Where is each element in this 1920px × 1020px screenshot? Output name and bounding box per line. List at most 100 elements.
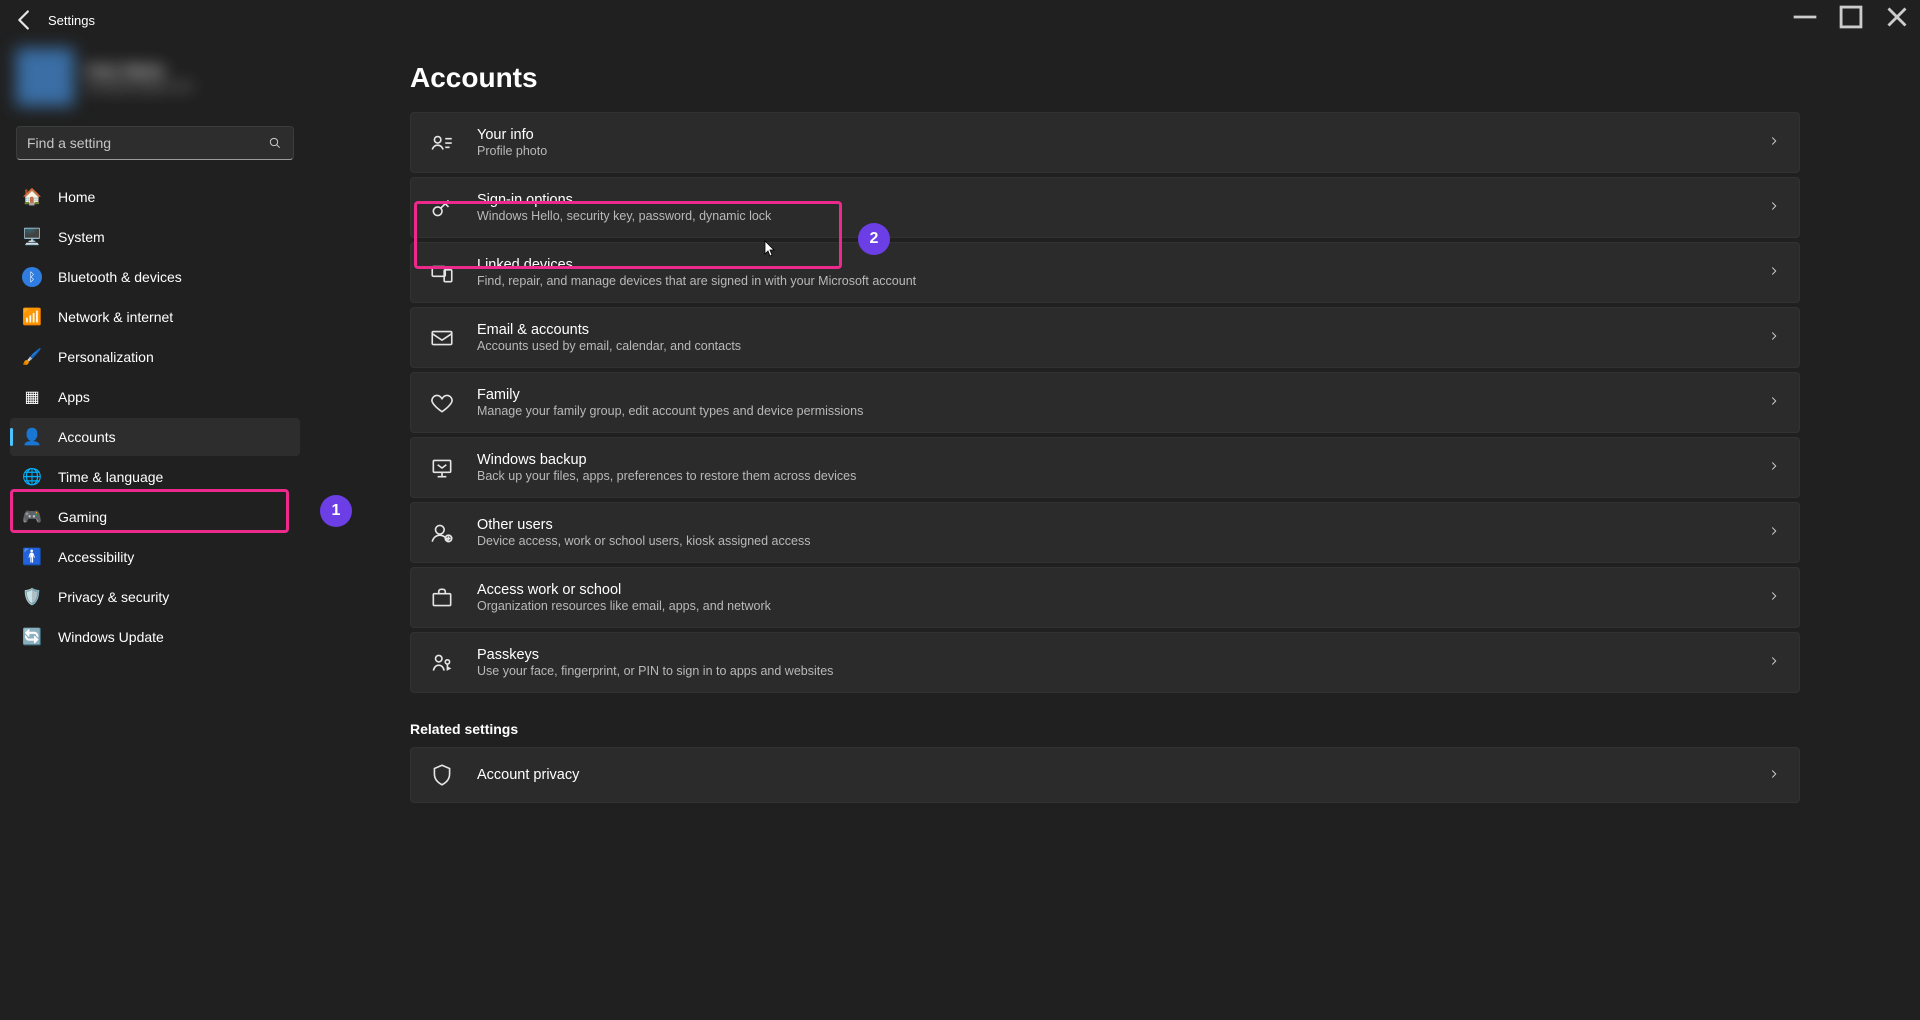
card-title: Access work or school	[477, 582, 1767, 598]
nav-time-language[interactable]: 🌐 Time & language	[10, 458, 300, 496]
accessibility-icon: 🚹	[22, 547, 42, 567]
card-title: Family	[477, 387, 1767, 403]
nav-personalization[interactable]: 🖌️ Personalization	[10, 338, 300, 376]
card-title: Linked devices	[477, 257, 1767, 273]
window-controls	[1782, 0, 1920, 34]
nav-label: Home	[58, 189, 95, 205]
chevron-right-icon	[1767, 134, 1781, 151]
nav-bluetooth[interactable]: ᛒ Bluetooth & devices	[10, 258, 300, 296]
user-add-icon	[429, 520, 455, 546]
arrow-left-icon	[8, 3, 42, 37]
nav-home[interactable]: 🏠 Home	[10, 178, 300, 216]
card-passkeys[interactable]: Passkeys Use your face, fingerprint, or …	[410, 632, 1800, 693]
card-title: Account privacy	[477, 767, 1767, 783]
passkey-icon	[429, 650, 455, 676]
nav-update[interactable]: 🔄 Windows Update	[10, 618, 300, 656]
chevron-right-icon	[1767, 329, 1781, 346]
update-icon: 🔄	[22, 627, 42, 647]
nav-apps[interactable]: ▦ Apps	[10, 378, 300, 416]
card-subtitle: Organization resources like email, apps,…	[477, 599, 1767, 613]
card-your-info[interactable]: Your info Profile photo	[410, 112, 1800, 173]
card-email-accounts[interactable]: Email & accounts Accounts used by email,…	[410, 307, 1800, 368]
card-work-school[interactable]: Access work or school Organization resou…	[410, 567, 1800, 628]
card-title: Other users	[477, 517, 1767, 533]
globe-icon: 🌐	[22, 467, 42, 487]
backup-icon	[429, 455, 455, 481]
nav-label: Personalization	[58, 349, 154, 365]
privacy-icon	[429, 762, 455, 788]
close-button[interactable]	[1874, 0, 1920, 34]
search-input[interactable]	[27, 135, 267, 151]
apps-icon: ▦	[22, 387, 42, 407]
sidebar: User Name user@example.com 🏠 Home 🖥️ Sys…	[0, 40, 310, 1020]
related-settings-header: Related settings	[410, 721, 1800, 737]
nav-label: Apps	[58, 389, 90, 405]
card-sign-in-options[interactable]: Sign-in options Windows Hello, security …	[410, 177, 1800, 238]
home-icon: 🏠	[22, 187, 42, 207]
bluetooth-icon: ᛒ	[22, 267, 42, 287]
card-subtitle: Find, repair, and manage devices that ar…	[477, 274, 1767, 288]
avatar	[16, 48, 74, 106]
nav-label: Gaming	[58, 509, 107, 525]
nav-label: Bluetooth & devices	[58, 269, 182, 285]
nav-network[interactable]: 📶 Network & internet	[10, 298, 300, 336]
chevron-right-icon	[1767, 264, 1781, 281]
card-family[interactable]: Family Manage your family group, edit ac…	[410, 372, 1800, 433]
nav-label: Time & language	[58, 469, 163, 485]
search-icon	[267, 135, 283, 151]
nav-list: 🏠 Home 🖥️ System ᛒ Bluetooth & devices 📶…	[10, 178, 300, 656]
card-subtitle: Manage your family group, edit account t…	[477, 404, 1767, 418]
nav-system[interactable]: 🖥️ System	[10, 218, 300, 256]
back-button[interactable]	[8, 3, 42, 37]
chevron-right-icon	[1767, 394, 1781, 411]
card-linked-devices[interactable]: Linked devices Find, repair, and manage …	[410, 242, 1800, 303]
key-icon	[429, 195, 455, 221]
heart-icon	[429, 390, 455, 416]
card-title: Passkeys	[477, 647, 1767, 663]
devices-icon	[429, 260, 455, 286]
system-icon: 🖥️	[22, 227, 42, 247]
user-profile[interactable]: User Name user@example.com	[10, 40, 300, 126]
nav-label: Privacy & security	[58, 589, 169, 605]
card-subtitle: Profile photo	[477, 144, 1767, 158]
chevron-right-icon	[1767, 767, 1781, 784]
card-subtitle: Accounts used by email, calendar, and co…	[477, 339, 1767, 353]
card-subtitle: Windows Hello, security key, password, d…	[477, 209, 1767, 223]
nav-privacy[interactable]: 🛡️ Privacy & security	[10, 578, 300, 616]
card-windows-backup[interactable]: Windows backup Back up your files, apps,…	[410, 437, 1800, 498]
chevron-right-icon	[1767, 524, 1781, 541]
wifi-icon: 📶	[22, 307, 42, 327]
card-subtitle: Device access, work or school users, kio…	[477, 534, 1767, 548]
chevron-right-icon	[1767, 199, 1781, 216]
briefcase-icon	[429, 585, 455, 611]
card-account-privacy[interactable]: Account privacy	[410, 747, 1800, 803]
card-title: Windows backup	[477, 452, 1767, 468]
search-box[interactable]	[16, 126, 294, 160]
person-icon: 👤	[22, 427, 42, 447]
nav-label: System	[58, 229, 105, 245]
card-title: Sign-in options	[477, 192, 1767, 208]
shield-icon: 🛡️	[22, 587, 42, 607]
profile-name: User Name	[86, 62, 193, 79]
window-title: Settings	[48, 13, 95, 28]
nav-accounts[interactable]: 👤 Accounts	[10, 418, 300, 456]
card-title: Your info	[477, 127, 1767, 143]
card-other-users[interactable]: Other users Device access, work or schoo…	[410, 502, 1800, 563]
nav-accessibility[interactable]: 🚹 Accessibility	[10, 538, 300, 576]
paint-icon: 🖌️	[22, 347, 42, 367]
maximize-button[interactable]	[1828, 0, 1874, 34]
minimize-button[interactable]	[1782, 0, 1828, 34]
chevron-right-icon	[1767, 589, 1781, 606]
nav-label: Accounts	[58, 429, 116, 445]
nav-label: Accessibility	[58, 549, 134, 565]
mail-icon	[429, 325, 455, 351]
nav-gaming[interactable]: 🎮 Gaming	[10, 498, 300, 536]
chevron-right-icon	[1767, 654, 1781, 671]
badge-icon	[429, 130, 455, 156]
profile-email: user@example.com	[86, 79, 193, 93]
game-icon: 🎮	[22, 507, 42, 527]
chevron-right-icon	[1767, 459, 1781, 476]
nav-label: Windows Update	[58, 629, 164, 645]
title-bar: Settings	[0, 0, 1920, 40]
card-title: Email & accounts	[477, 322, 1767, 338]
